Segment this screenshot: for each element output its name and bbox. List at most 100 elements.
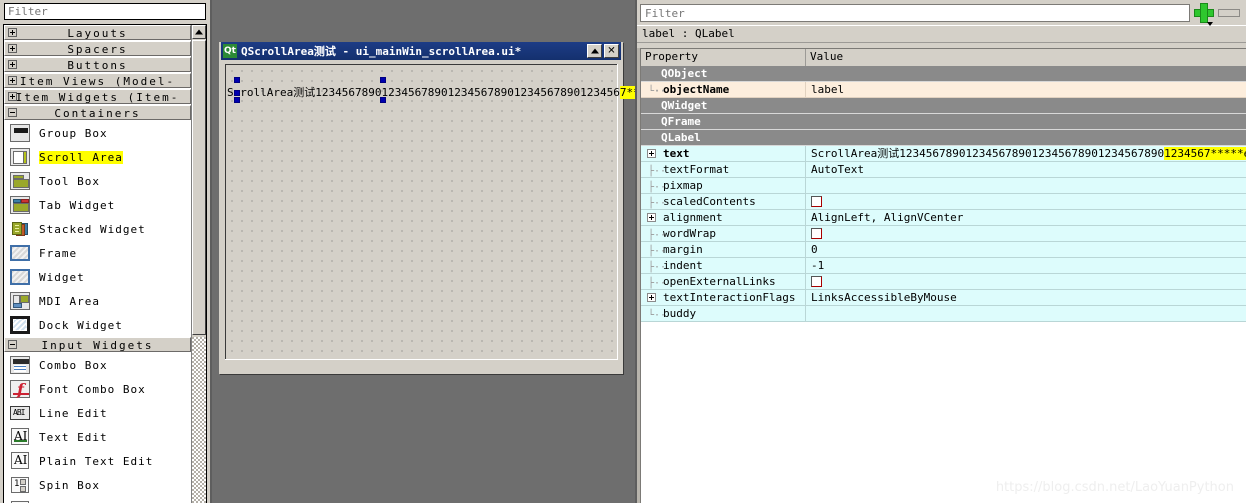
tree-guide-icon: ├·· bbox=[648, 198, 667, 209]
property-value[interactable]: 0 bbox=[806, 242, 1246, 257]
property-group-qwidget[interactable]: +QWidget bbox=[641, 98, 1246, 114]
form-canvas[interactable]: ScrollArea测试1234567890123456789012345678… bbox=[225, 64, 640, 360]
property-row-word-wrap[interactable]: ├·· wordWrap bbox=[641, 226, 1246, 242]
scroll-up-arrow-icon[interactable] bbox=[192, 25, 206, 39]
property-value[interactable] bbox=[806, 178, 1246, 193]
property-name: └·· objectName bbox=[641, 82, 806, 97]
expand-icon[interactable] bbox=[8, 60, 17, 69]
collapse-icon[interactable] bbox=[8, 108, 17, 117]
qt-designer-window: Layouts Spacers ButtonsItem Views (Model-B… bbox=[0, 0, 1246, 503]
property-row-buddy[interactable]: └·· buddy bbox=[641, 306, 1246, 322]
widget-item-spin-box[interactable]: 1 Spin Box bbox=[4, 473, 191, 497]
collapse-icon[interactable] bbox=[8, 340, 17, 349]
property-name: text bbox=[641, 146, 806, 161]
selection-handle-bottom-center[interactable] bbox=[380, 97, 386, 103]
property-row-scaled-contents[interactable]: ├·· scaledContents bbox=[641, 194, 1246, 210]
selection-handle-middle-left[interactable] bbox=[234, 90, 240, 96]
property-row-pixmap[interactable]: ├·· pixmap bbox=[641, 178, 1246, 194]
font-combo-box-icon bbox=[9, 379, 31, 399]
widget-item-dock-widget[interactable]: Dock Widget bbox=[4, 313, 191, 337]
property-row-open-external-links[interactable]: ├·· openExternalLinks bbox=[641, 274, 1246, 290]
widget-group-buttons[interactable]: Buttons bbox=[4, 57, 191, 72]
widget-group-input-widgets[interactable]: Input Widgets bbox=[4, 337, 191, 352]
expand-icon[interactable] bbox=[8, 76, 17, 85]
widget-item-font-combo-box[interactable]: Font Combo Box bbox=[4, 377, 191, 401]
add-dynamic-property-button[interactable] bbox=[1194, 3, 1214, 26]
selection-handle-bottom-left[interactable] bbox=[234, 97, 240, 103]
widget-box-list[interactable]: Layouts Spacers ButtonsItem Views (Model-B… bbox=[4, 25, 191, 503]
property-name: ├·· textFormat bbox=[641, 162, 806, 177]
widget-item-group-box[interactable]: Group Box bbox=[4, 121, 191, 145]
property-value[interactable] bbox=[806, 274, 1246, 289]
expand-icon[interactable] bbox=[647, 293, 656, 302]
property-table-body[interactable]: -QObject└··objectNamelabel+QWidget+QFram… bbox=[641, 66, 1246, 503]
property-value[interactable]: label bbox=[806, 82, 1246, 97]
property-value[interactable]: LinksAccessibleByMouse bbox=[806, 290, 1246, 305]
widget-group-item-widgets-item-based[interactable]: Item Widgets (Item-Based) bbox=[4, 89, 191, 119]
widget-item-mdi-area[interactable]: MDI Area bbox=[4, 289, 191, 313]
widget-item-plain-text-edit[interactable]: Plain Text Edit bbox=[4, 449, 191, 473]
property-row-text-interaction-flags[interactable]: textInteractionFlags LinksAccessibleByMou… bbox=[641, 290, 1246, 306]
property-value[interactable] bbox=[806, 194, 1246, 209]
widget-item-widget[interactable]: Widget bbox=[4, 265, 191, 289]
property-group-qobject[interactable]: -QObject bbox=[641, 66, 1246, 82]
expand-icon[interactable] bbox=[8, 28, 17, 37]
checkbox-scaled-contents[interactable] bbox=[811, 196, 822, 207]
restore-button[interactable] bbox=[587, 44, 602, 58]
checkbox-word-wrap[interactable] bbox=[811, 228, 822, 239]
selection-handle-top-left[interactable] bbox=[234, 77, 240, 83]
property-group-qlabel[interactable]: -QLabel bbox=[641, 130, 1246, 146]
checkbox-open-external-links[interactable] bbox=[811, 276, 822, 287]
widget-item-line-edit[interactable]: Line Edit bbox=[4, 401, 191, 425]
widget-box-filter-input[interactable] bbox=[4, 3, 206, 20]
widget-item-tool-box[interactable]: Tool Box bbox=[4, 169, 191, 193]
property-row-text[interactable]: text ScrollArea测试123456789012345678901234… bbox=[641, 146, 1246, 162]
expand-icon[interactable] bbox=[8, 44, 17, 53]
form-titlebar[interactable]: Qt QScrollArea测试 - ui_mainWin_scrollArea… bbox=[221, 42, 621, 60]
property-value[interactable]: ScrollArea测试1234567890123456789012345678… bbox=[806, 146, 1246, 161]
property-value[interactable]: AutoText bbox=[806, 162, 1246, 177]
property-row-object-name[interactable]: └·· objectName label bbox=[641, 82, 1246, 98]
scrollbar-thumb[interactable] bbox=[192, 40, 206, 335]
expand-icon[interactable] bbox=[647, 149, 656, 158]
property-value[interactable] bbox=[806, 306, 1246, 321]
qt-logo-icon: Qt bbox=[223, 44, 237, 58]
widget-group-containers[interactable]: Containers bbox=[4, 105, 191, 120]
widget-group-label: Buttons bbox=[67, 59, 128, 72]
selection-handle-top-center[interactable] bbox=[380, 77, 386, 83]
widget-group-label: Layouts bbox=[67, 27, 128, 40]
widget-item-stacked-widget[interactable]: Stacked Widget bbox=[4, 217, 191, 241]
expand-icon[interactable] bbox=[8, 92, 17, 101]
property-value[interactable] bbox=[806, 226, 1246, 241]
property-row-margin[interactable]: ├·· margin 0 bbox=[641, 242, 1246, 258]
scrollarea-label[interactable]: ScrollArea测试1234567890123456789012345678… bbox=[227, 86, 640, 99]
scrollbar-track[interactable] bbox=[192, 337, 206, 503]
widget-item-combo-box[interactable]: Combo Box bbox=[4, 353, 191, 377]
widget-item-double-spin-box[interactable]: 1.2Double Spin Box bbox=[4, 497, 191, 503]
widget-item-scroll-area[interactable]: Scroll Area bbox=[4, 145, 191, 169]
property-filter-input[interactable] bbox=[640, 4, 1190, 22]
widget-item-label: Scroll Area bbox=[39, 150, 123, 164]
widget-group-item-views-model-based[interactable]: Item Views (Model-Based) bbox=[4, 73, 191, 103]
line-edit-icon bbox=[9, 403, 31, 423]
property-value[interactable]: -1 bbox=[806, 258, 1246, 273]
property-name: alignment bbox=[641, 210, 806, 225]
selected-object-label: label : QLabel bbox=[637, 25, 1246, 43]
property-value[interactable]: AlignLeft, AlignVCenter bbox=[806, 210, 1246, 225]
widget-item-tab-widget[interactable]: Tab Widget bbox=[4, 193, 191, 217]
property-row-alignment[interactable]: alignment AlignLeft, AlignVCenter bbox=[641, 210, 1246, 226]
property-row-text-format[interactable]: ├·· textFormat AutoText bbox=[641, 162, 1246, 178]
close-button[interactable] bbox=[604, 44, 619, 58]
widget-box-scrollbar[interactable] bbox=[191, 25, 206, 503]
property-name: ├·· pixmap bbox=[641, 178, 806, 193]
widget-group-layouts[interactable]: Layouts bbox=[4, 25, 191, 40]
remove-dynamic-property-button[interactable] bbox=[1218, 9, 1240, 17]
expand-icon[interactable] bbox=[647, 213, 656, 222]
property-row-indent[interactable]: ├·· indent -1 bbox=[641, 258, 1246, 274]
property-group-qframe[interactable]: +QFrame bbox=[641, 114, 1246, 130]
widget-item-text-edit[interactable]: Text Edit bbox=[4, 425, 191, 449]
widget-group-spacers[interactable]: Spacers bbox=[4, 41, 191, 56]
tool-box-icon bbox=[9, 171, 31, 191]
widget-item-frame[interactable]: Frame bbox=[4, 241, 191, 265]
form-workspace[interactable]: Qt QScrollArea测试 - ui_mainWin_scrollArea… bbox=[210, 0, 640, 503]
